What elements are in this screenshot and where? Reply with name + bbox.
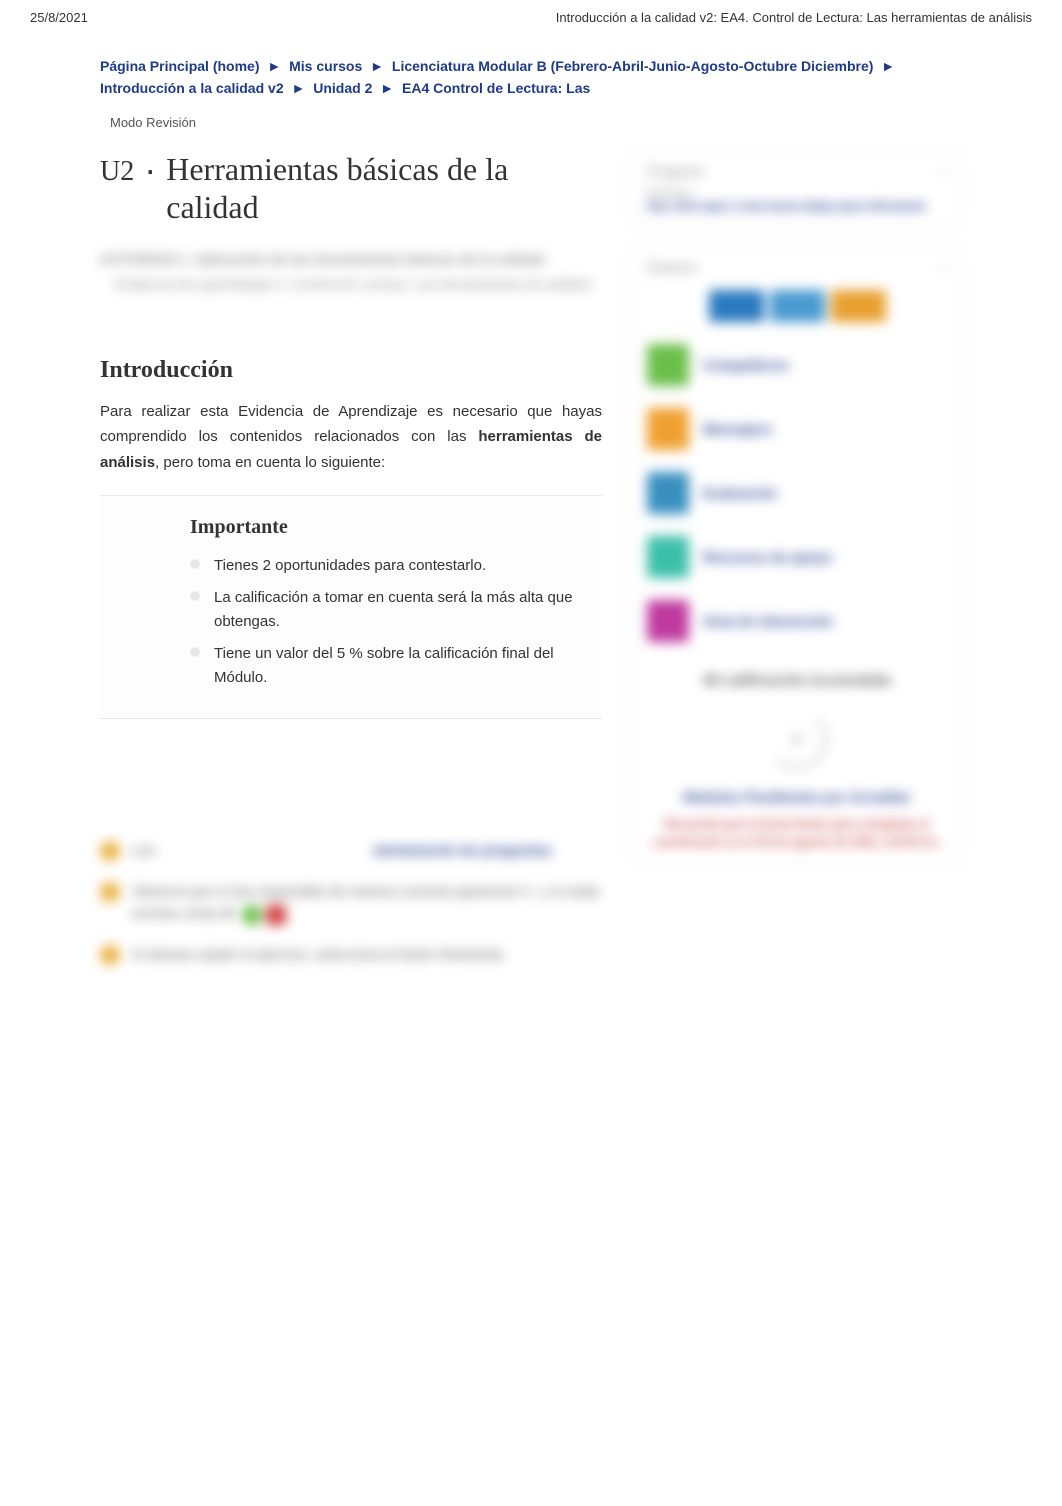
breadcrumb: Página Principal (home) ► Mis cursos ► L…	[100, 55, 962, 100]
message-icon	[647, 408, 689, 450]
breadcrumb-courses[interactable]: Mis cursos	[289, 58, 362, 74]
nav-label-4: Recursos de apoyo	[703, 549, 832, 565]
grade-gauge-icon	[767, 709, 827, 769]
chevron-right-icon: ►	[370, 58, 384, 74]
breadcrumb-home[interactable]: Página Principal (home)	[100, 58, 259, 74]
sidebar-item-mensajero: Mensajero	[647, 408, 947, 450]
resources-icon	[647, 536, 689, 578]
calendar-cell	[831, 290, 886, 322]
navigation-card: Enlaces − Compañeros Mensajero	[632, 246, 962, 864]
unit-dot-icon: ·	[144, 150, 156, 188]
sidebar-item-recursos: Recursos de apoyo	[647, 536, 947, 578]
chevron-right-icon: ►	[881, 58, 895, 74]
intro-paragraph: Para realizar esta Evidencia de Aprendiz…	[100, 399, 602, 476]
breadcrumb-unit[interactable]: Unidad 2	[313, 80, 372, 96]
progress-label: Progreso	[647, 163, 704, 179]
step-number-icon	[100, 841, 120, 861]
nav-label: Enlaces	[647, 259, 697, 275]
instruction-2: Observa que si has respondido de manera …	[132, 880, 602, 925]
evaluation-icon	[647, 472, 689, 514]
nav-label-3: Evaluación	[703, 485, 777, 501]
important-title: Importante	[190, 516, 582, 539]
chevron-right-icon: ►	[292, 80, 306, 96]
step-number-icon	[100, 882, 120, 902]
calendar-strip	[647, 290, 947, 322]
pending-modules-link: Módulos Pendientes por Acreditar	[647, 789, 947, 805]
calendar-cell	[770, 290, 825, 322]
instruction-3: Si deseas repetir el ejercicio, seleccio…	[132, 943, 602, 965]
step-number-icon	[100, 945, 120, 965]
minus-icon: −	[939, 163, 947, 179]
unit-badge: U2	[100, 150, 134, 188]
guide-icon	[647, 600, 689, 642]
progress-card: Progreso − Módulos Haz click aquí o mira…	[632, 150, 962, 226]
intro-text-c: , pero toma en cuenta lo siguiente:	[155, 454, 385, 471]
sidebar-item-evaluacion: Evaluación	[647, 472, 947, 514]
nav-label-1: Compañeros	[703, 357, 789, 373]
intro-heading: Introducción	[100, 357, 602, 384]
check-icon	[242, 905, 262, 925]
activity-line-2: Evidencia de aprendizaje 4. Control de L…	[115, 272, 602, 297]
breadcrumb-program[interactable]: Licenciatura Modular B (Febrero-Abril-Ju…	[392, 58, 874, 74]
activity-description-blurred: ACTIVIDAD 1. Aplicación de las herramien…	[100, 247, 602, 297]
instruction-1: Lee	[132, 839, 361, 861]
important-item-1: Tienes 2 oportunidades para contestarlo.	[190, 554, 582, 578]
breadcrumb-activity[interactable]: EA4 Control de Lectura: Las	[402, 80, 590, 96]
sidebar-item-companeros: Compañeros	[647, 344, 947, 386]
breadcrumb-course[interactable]: Introducción a la calidad v2	[100, 80, 284, 96]
nav-label-5: Guía de interacción	[703, 613, 833, 629]
unit-title: Herramientas básicas de la calidad	[166, 150, 602, 227]
activity-line-1: ACTIVIDAD 1. Aplicación de las herramien…	[100, 247, 602, 272]
people-icon	[647, 344, 689, 386]
nav-label-2: Mensajero	[703, 421, 772, 437]
instruction-1-right: atentamente las preguntas.	[373, 839, 602, 861]
chevron-right-icon: ►	[267, 58, 281, 74]
progress-sub: Módulos	[647, 185, 947, 199]
unit-header: U2 · Herramientas básicas de la calidad	[100, 150, 602, 227]
minus-icon: −	[939, 259, 947, 275]
important-item-3: Tiene un valor del 5 % sobre la califica…	[190, 642, 582, 690]
page-date: 25/8/2021	[30, 10, 88, 25]
sidebar-item-guia: Guía de interacción	[647, 600, 947, 642]
important-callout: Importante Tienes 2 oportunidades para c…	[100, 495, 602, 719]
deadline-text: Recuerda que la fecha límite para comple…	[647, 815, 947, 851]
mode-label: Modo Revisión	[110, 115, 962, 130]
calendar-cell	[709, 290, 764, 322]
instructions-blurred: Lee atentamente las preguntas. Observa q…	[100, 839, 602, 965]
grade-title: Mi calificación Acumulada	[647, 672, 947, 689]
progress-info-link: Haz click aquí o mira hacia abajo para i…	[647, 199, 947, 213]
page-header-title: Introducción a la calidad v2: EA4. Contr…	[556, 10, 1032, 25]
important-item-2: La calificación a tomar en cuenta será l…	[190, 586, 582, 634]
grade-block: Mi calificación Acumulada Módulos Pendie…	[647, 672, 947, 851]
cross-icon	[266, 905, 286, 925]
chevron-right-icon: ►	[380, 80, 394, 96]
